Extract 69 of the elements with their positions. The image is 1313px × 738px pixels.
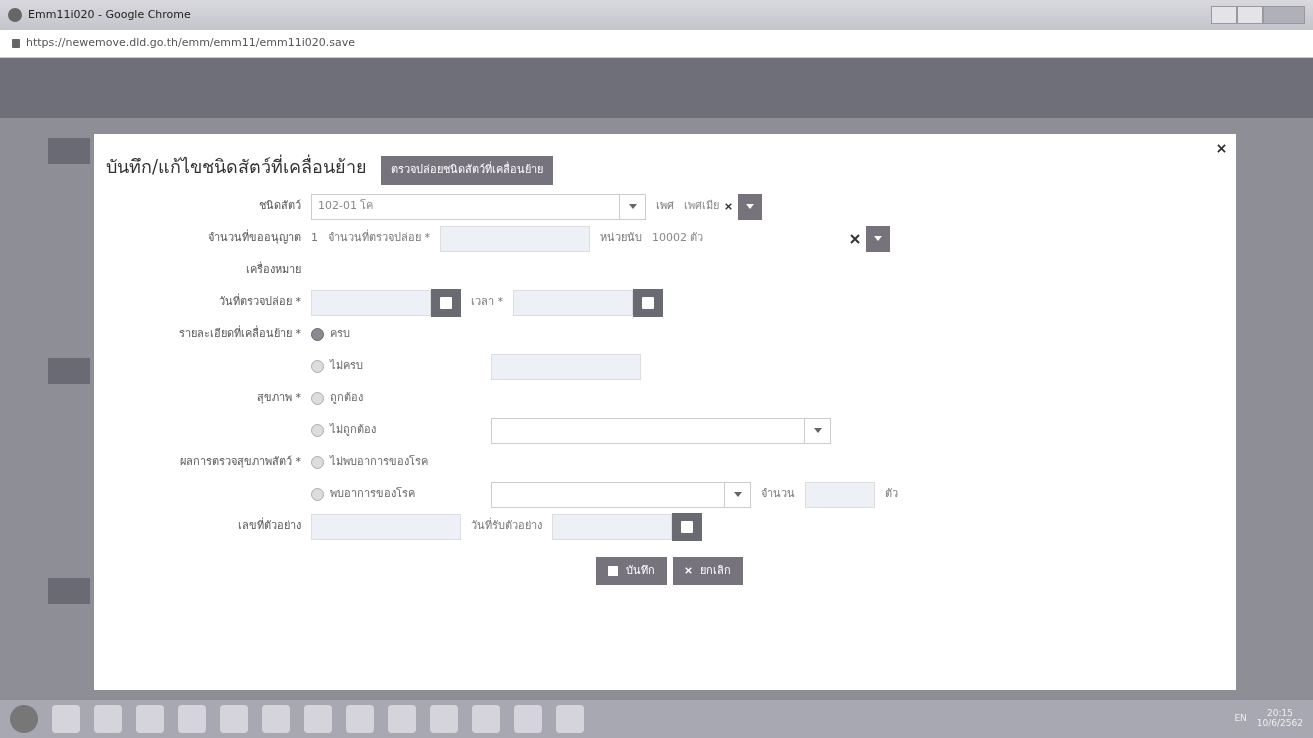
field-label: เพศ xyxy=(656,198,674,215)
date-field[interactable] xyxy=(552,513,672,540)
value-text: 1 xyxy=(311,230,318,247)
dropdown-button[interactable] xyxy=(865,225,890,252)
field-label: วันที่ตรวจปล่อย * xyxy=(218,294,301,311)
chrome-icon xyxy=(8,8,22,22)
save-icon xyxy=(608,565,618,576)
calendar-button[interactable] xyxy=(672,512,702,541)
dropdown-button[interactable] xyxy=(738,193,762,220)
field-label: สุขภาพ * xyxy=(256,390,301,407)
date-field[interactable] xyxy=(513,289,633,316)
caret-icon xyxy=(733,492,742,497)
menu-block xyxy=(48,578,90,604)
close-icon xyxy=(684,567,692,575)
date-field[interactable] xyxy=(311,289,431,316)
field-label: ชนิดสัตว์ xyxy=(258,198,301,215)
input-field[interactable] xyxy=(311,513,461,540)
section-button[interactable]: ตรวจปล่อยชนิดสัตว์ที่เคลื่อนย้าย xyxy=(380,156,553,185)
value-text: ตัว xyxy=(885,486,898,503)
select-value[interactable]: เพศเมีย xyxy=(684,198,719,215)
clock-date: 10/6/2562 xyxy=(1256,719,1303,729)
calendar-icon xyxy=(440,296,452,309)
field-label: เลขที่ตัวอย่าง xyxy=(237,518,301,535)
field-label: จำนวนที่ตรวจปล่อย * xyxy=(328,230,430,247)
field-label: เวลา * xyxy=(471,294,503,311)
address-bar[interactable]: https://newemove.dld.go.th/emm/emm11/emm11i020.save xyxy=(26,35,355,52)
minimize-button[interactable] xyxy=(1211,6,1237,24)
calendar-button[interactable] xyxy=(633,288,663,317)
caret-icon xyxy=(873,236,882,241)
caret-icon xyxy=(746,204,754,209)
select-field[interactable]: 102-01 โค xyxy=(311,193,646,220)
cancel-button[interactable]: ยกเลิก xyxy=(672,556,743,585)
modal-title: บันทึก/แก้ไขชนิดสัตว์ที่เคลื่อนย้าย xyxy=(106,153,368,179)
caret-icon xyxy=(628,204,637,209)
start-button[interactable] xyxy=(10,705,38,733)
save-button[interactable]: บันทึก xyxy=(596,556,667,585)
maximize-button[interactable] xyxy=(1237,6,1263,24)
clear-icon xyxy=(725,203,732,210)
radio-option[interactable]: ถูกต้อง xyxy=(311,390,481,407)
close-icon xyxy=(1217,144,1226,153)
field-label: รายละเอียดที่เคลื่อนย้าย * xyxy=(178,326,301,343)
lock-icon xyxy=(12,39,20,48)
field-label: ผลการตรวจสุขภาพสัตว์ * xyxy=(179,454,301,471)
select-field[interactable] xyxy=(491,481,751,508)
window-title: Emm11i020 - Google Chrome xyxy=(28,6,191,23)
input-field[interactable] xyxy=(491,353,641,380)
radio-option[interactable]: ไม่พบอาการของโรค xyxy=(311,454,481,471)
field-label: วันที่รับตัวอย่าง xyxy=(471,518,542,535)
menu-block xyxy=(48,358,90,384)
input-field[interactable] xyxy=(440,225,590,252)
select-value[interactable]: 10002 ตัว xyxy=(652,230,704,247)
menu-block xyxy=(48,138,90,164)
calendar-icon xyxy=(681,520,693,533)
field-label: เครื่องหมาย xyxy=(245,262,301,279)
select-field[interactable] xyxy=(491,417,831,444)
field-label: จำนวน xyxy=(761,486,795,503)
field-label: จำนวนที่ขออนุญาต xyxy=(207,230,301,247)
radio-option[interactable]: พบอาการของโรค xyxy=(311,486,481,503)
caret-icon xyxy=(813,428,822,433)
radio-option[interactable]: ไม่ถูกต้อง xyxy=(311,422,481,439)
calendar-button[interactable] xyxy=(431,288,461,317)
input-field[interactable] xyxy=(805,481,875,508)
field-label: หน่วยนับ xyxy=(600,230,642,247)
radio-option[interactable]: ไม่ครบ xyxy=(311,358,481,375)
close-button[interactable] xyxy=(1217,144,1226,153)
clock-time: 20:15 xyxy=(1266,709,1293,719)
radio-option[interactable]: ครบ xyxy=(311,326,481,343)
calendar-icon xyxy=(642,296,654,309)
clear-icon xyxy=(849,233,860,244)
